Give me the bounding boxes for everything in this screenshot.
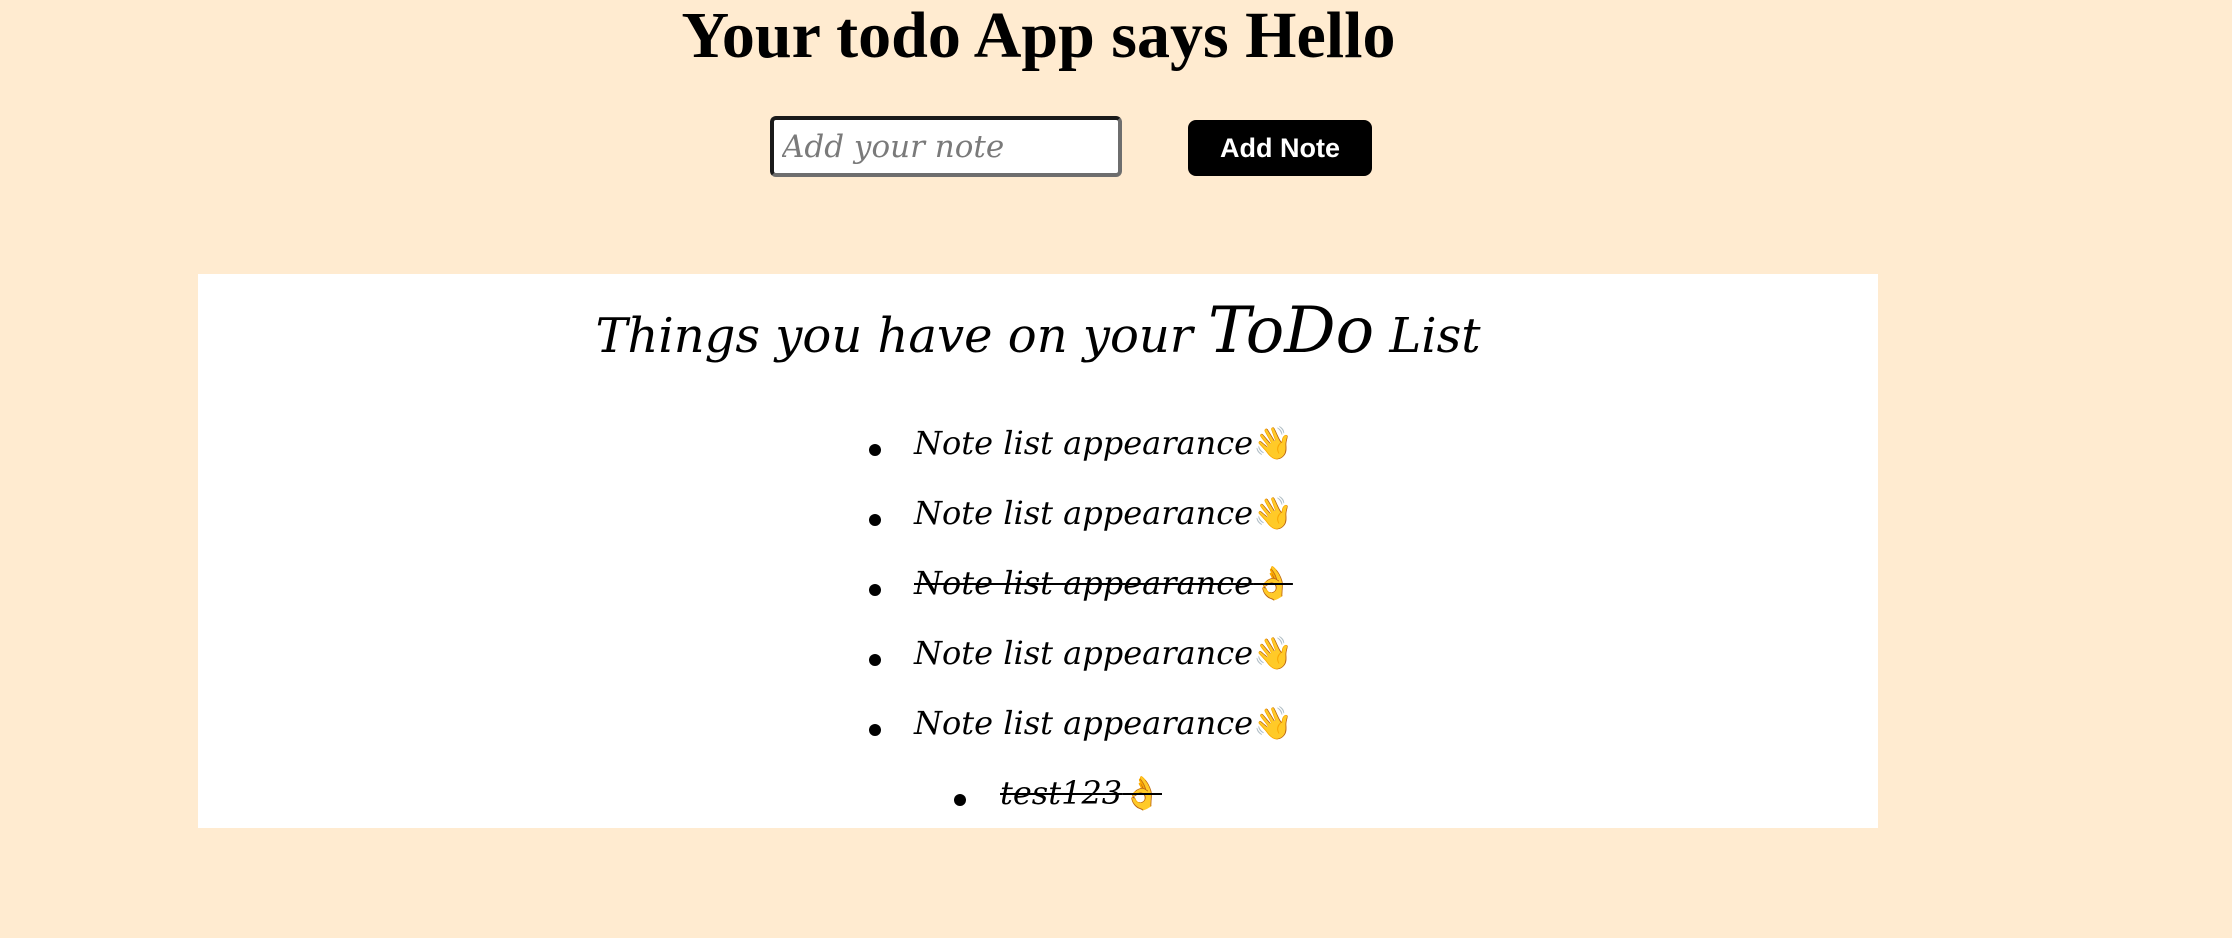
todo-item[interactable]: Note list appearance👋 (198, 634, 1878, 704)
waving-hand-icon: 👋 (1253, 634, 1293, 672)
heading-prefix: Things you have on your (595, 308, 1208, 364)
bullet-icon (869, 654, 881, 666)
heading-emphasis: ToDo (1208, 294, 1375, 368)
todo-item[interactable]: Note list appearance👌 (198, 564, 1878, 634)
todo-item-text: Note list appearance (914, 494, 1254, 532)
add-note-button[interactable]: Add Note (1188, 120, 1372, 176)
todo-list-panel: Things you have on your ToDo List Note l… (198, 274, 1878, 828)
waving-hand-icon: 👋 (1253, 424, 1293, 462)
bullet-icon (869, 514, 881, 526)
heading-suffix: List (1374, 308, 1481, 364)
todo-item-text: Note list appearance (914, 424, 1254, 462)
waving-hand-icon: 👋 (1253, 494, 1293, 532)
todo-item[interactable]: test123👌 (198, 774, 1878, 828)
ok-hand-icon: 👌 (1253, 564, 1293, 602)
todo-item-text: Note list appearance (914, 564, 1254, 602)
bullet-icon (954, 794, 966, 806)
todo-item-text: Note list appearance (914, 704, 1254, 742)
bullet-icon (869, 444, 881, 456)
note-input[interactable] (770, 116, 1122, 177)
ok-hand-icon: 👌 (1122, 774, 1162, 812)
todo-list: Note list appearance👋 Note list appearan… (198, 424, 1878, 828)
page-title: Your todo App says Hello (681, 0, 1396, 72)
todo-item-text: test123 (1000, 774, 1123, 812)
bullet-icon (869, 584, 881, 596)
todo-item[interactable]: Note list appearance👋 (198, 494, 1878, 564)
todo-list-heading: Things you have on your ToDo List (198, 274, 1878, 368)
waving-hand-icon: 👋 (1253, 704, 1293, 742)
todo-item[interactable]: Note list appearance👋 (198, 424, 1878, 494)
bullet-icon (869, 724, 881, 736)
todo-item-text: Note list appearance (914, 634, 1254, 672)
todo-item[interactable]: Note list appearance👋 (198, 704, 1878, 774)
